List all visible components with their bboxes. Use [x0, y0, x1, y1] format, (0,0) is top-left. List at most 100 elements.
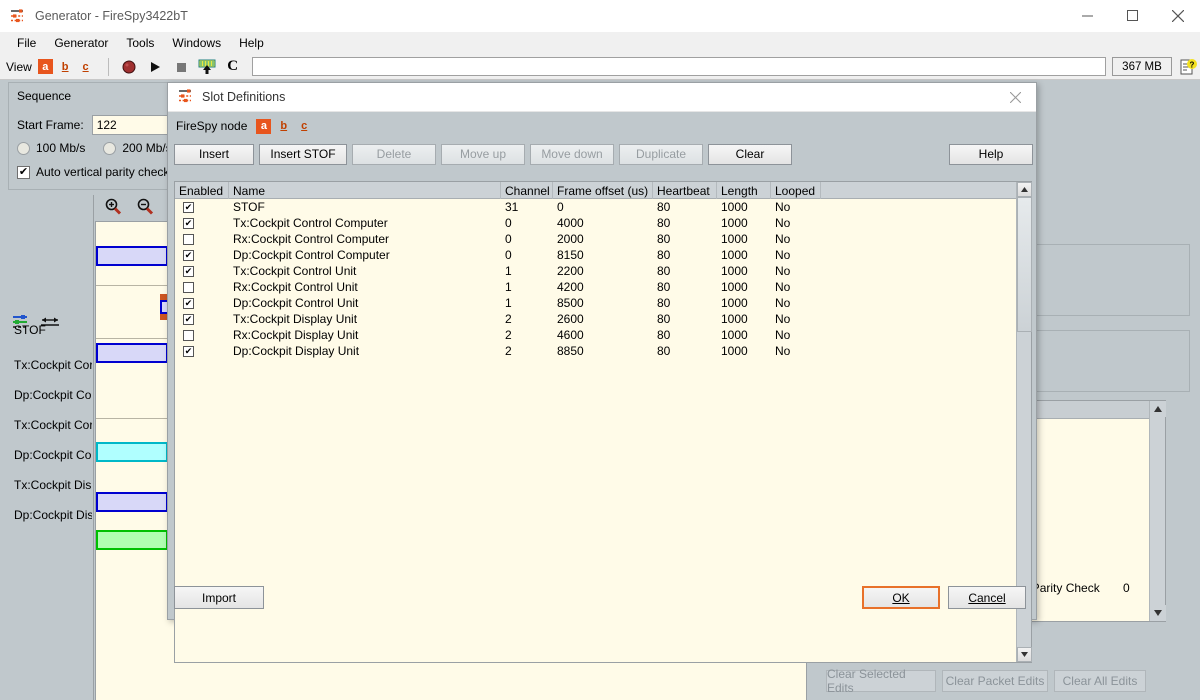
- cell-length: 1000: [721, 296, 748, 310]
- zoom-out-icon[interactable]: [136, 198, 154, 218]
- upload-icon[interactable]: [194, 56, 220, 78]
- close-button[interactable]: [1155, 0, 1200, 32]
- timeline-bar-dp-ccu[interactable]: [96, 442, 168, 462]
- row-enabled-checkbox[interactable]: [183, 233, 194, 245]
- cell-heartbeat: 80: [657, 248, 671, 262]
- row-enabled-checkbox[interactable]: ✔: [183, 297, 194, 309]
- menu-tools[interactable]: Tools: [117, 34, 163, 52]
- stop-icon[interactable]: [168, 56, 194, 78]
- scroll-up-button[interactable]: [1017, 182, 1032, 197]
- column-header-enabled[interactable]: Enabled: [175, 182, 229, 199]
- dialog-node-c[interactable]: c: [299, 120, 309, 132]
- table-scrollbar-thumb[interactable]: [1017, 197, 1032, 332]
- record-icon[interactable]: [116, 56, 142, 78]
- insert-stof-button[interactable]: Insert STOF: [259, 143, 347, 165]
- move-down-button[interactable]: Move down: [530, 143, 614, 165]
- timeline-bar-dp-ccc[interactable]: [96, 343, 168, 363]
- main-toolbar: View a b c C 367 MB ?: [0, 54, 1200, 80]
- table-row[interactable]: Rx:Cockpit Display Unit 2 4600 80 1000 N…: [175, 327, 1016, 343]
- dialog-node-a[interactable]: a: [256, 118, 272, 134]
- move-up-button[interactable]: Move up: [441, 143, 525, 165]
- row-enabled-checkbox[interactable]: ✔: [183, 313, 194, 325]
- insert-button[interactable]: Insert: [174, 143, 254, 165]
- menu-help[interactable]: Help: [230, 34, 273, 52]
- address-input[interactable]: [251, 57, 1106, 76]
- delete-button[interactable]: Delete: [352, 143, 436, 165]
- timeline-label-column: STOF Tx:Cockpit Cor Dp:Cockpit Cor Tx:Co…: [0, 195, 94, 700]
- cell-heartbeat: 80: [657, 200, 671, 214]
- row-enabled-checkbox[interactable]: ✔: [183, 345, 194, 357]
- maximize-button[interactable]: [1110, 0, 1155, 32]
- row-enabled-checkbox[interactable]: ✔: [183, 201, 194, 213]
- menu-file[interactable]: File: [8, 34, 45, 52]
- scroll-up-button[interactable]: [1149, 401, 1166, 417]
- table-row[interactable]: Rx:Cockpit Control Unit 1 4200 80 1000 N…: [175, 279, 1016, 295]
- svg-text:?: ?: [1190, 60, 1195, 69]
- ok-button[interactable]: OK: [862, 586, 940, 609]
- table-row[interactable]: Rx:Cockpit Control Computer 0 2000 80 10…: [175, 231, 1016, 247]
- cell-name: Dp:Cockpit Control Unit: [233, 296, 359, 310]
- timeline-bar-stof[interactable]: [96, 246, 168, 266]
- clear-packet-edits-button[interactable]: Clear Packet Edits: [942, 670, 1048, 692]
- auto-parity-label: Auto vertical parity check: [36, 165, 170, 179]
- table-row[interactable]: ✔ Dp:Cockpit Control Computer 0 8150 80 …: [175, 247, 1016, 263]
- row-enabled-checkbox[interactable]: [183, 281, 194, 293]
- scroll-down-button[interactable]: [1149, 605, 1166, 621]
- row-enabled-checkbox[interactable]: ✔: [183, 217, 194, 229]
- cell-heartbeat: 80: [657, 216, 671, 230]
- menu-generator[interactable]: Generator: [45, 34, 117, 52]
- window-controls: [1065, 0, 1200, 32]
- dialog-node-b[interactable]: b: [278, 120, 289, 132]
- cell-channel: 0: [505, 232, 512, 246]
- vertical-parity-value: 0: [1123, 581, 1130, 595]
- table-row[interactable]: ✔ Dp:Cockpit Display Unit 2 8850 80 1000…: [175, 343, 1016, 359]
- table-row[interactable]: ✔ Dp:Cockpit Control Unit 1 8500 80 1000…: [175, 295, 1016, 311]
- menu-windows[interactable]: Windows: [163, 34, 230, 52]
- view-node-b[interactable]: b: [60, 61, 71, 73]
- play-icon[interactable]: [142, 56, 168, 78]
- help-icon[interactable]: ?: [1176, 56, 1200, 78]
- column-header-length[interactable]: Length: [717, 182, 771, 199]
- timeline-bar-dp-cdu[interactable]: [96, 530, 168, 550]
- help-button[interactable]: Help: [949, 143, 1033, 165]
- table-body: ✔ STOF 31 0 80 1000 No ✔ Tx:Cockpit Cont…: [175, 199, 1016, 359]
- view-node-c[interactable]: c: [81, 61, 91, 73]
- radio-200mbs[interactable]: [103, 141, 117, 155]
- clear-all-edits-button[interactable]: Clear All Edits: [1054, 670, 1146, 692]
- timeline-bar-tx-cdu[interactable]: [96, 492, 168, 512]
- close-icon[interactable]: [994, 83, 1036, 112]
- column-header-looped[interactable]: Looped: [771, 182, 821, 199]
- clear-button[interactable]: Clear: [708, 143, 792, 165]
- timeline-row-label-5: Tx:Cockpit Disp: [14, 478, 92, 492]
- table-row[interactable]: ✔ STOF 31 0 80 1000 No: [175, 199, 1016, 215]
- column-header-channel[interactable]: Channel: [501, 182, 553, 199]
- cancel-button[interactable]: Cancel: [948, 586, 1026, 609]
- packet-edits-scrollbar[interactable]: [1149, 401, 1166, 621]
- clear-selected-edits-button[interactable]: Clear Selected Edits: [826, 667, 936, 695]
- row-enabled-checkbox[interactable]: [183, 329, 194, 341]
- auto-parity-checkbox[interactable]: ✔: [17, 165, 30, 179]
- table-row[interactable]: ✔ Tx:Cockpit Display Unit 2 2600 80 1000…: [175, 311, 1016, 327]
- radio-100mbs[interactable]: [17, 141, 30, 155]
- row-enabled-checkbox[interactable]: ✔: [183, 249, 194, 261]
- import-button[interactable]: Import: [174, 586, 264, 609]
- table-row[interactable]: ✔ Tx:Cockpit Control Computer 0 4000 80 …: [175, 215, 1016, 231]
- cell-channel: 2: [505, 312, 512, 326]
- duplicate-button[interactable]: Duplicate: [619, 143, 703, 165]
- cell-heartbeat: 80: [657, 280, 671, 294]
- scroll-down-button[interactable]: [1017, 647, 1032, 662]
- minimize-button[interactable]: [1065, 0, 1110, 32]
- c-icon[interactable]: C: [220, 56, 246, 78]
- view-node-a[interactable]: a: [37, 59, 53, 74]
- column-header-frame-offset[interactable]: Frame offset (us): [553, 182, 653, 199]
- cell-offset: 2000: [557, 232, 584, 246]
- window-titlebar: Generator - FireSpy3422bT: [0, 0, 1200, 32]
- row-enabled-checkbox[interactable]: ✔: [183, 265, 194, 277]
- column-header-name[interactable]: Name: [229, 182, 501, 199]
- column-header-heartbeat[interactable]: Heartbeat: [653, 182, 717, 199]
- table-row[interactable]: ✔ Tx:Cockpit Control Unit 1 2200 80 1000…: [175, 263, 1016, 279]
- cell-length: 1000: [721, 232, 748, 246]
- zoom-in-icon[interactable]: [104, 198, 122, 218]
- cell-channel: 1: [505, 280, 512, 294]
- cell-name: Rx:Cockpit Control Computer: [233, 232, 390, 246]
